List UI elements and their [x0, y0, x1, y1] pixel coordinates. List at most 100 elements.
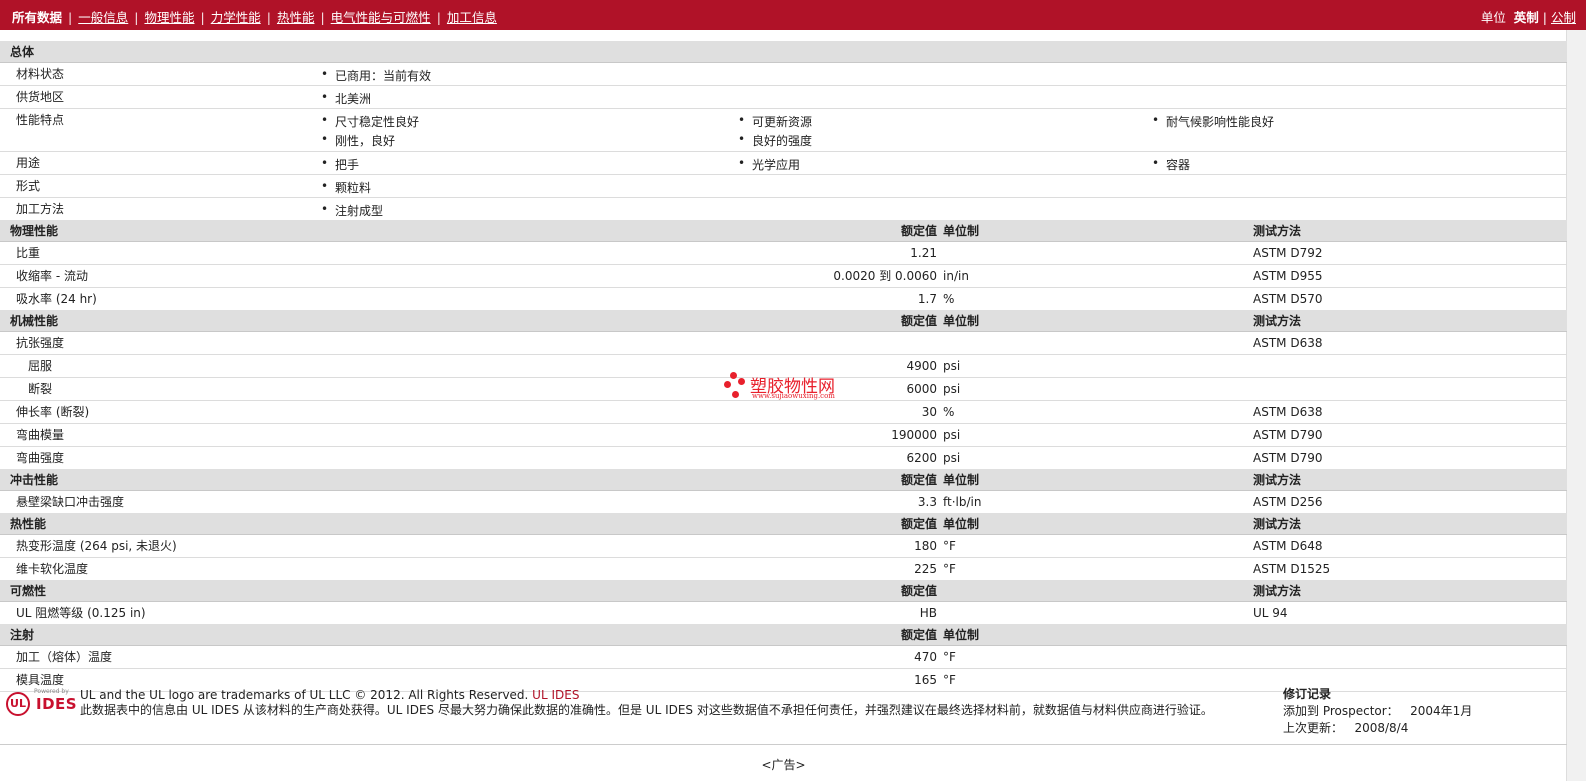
tab-thermal[interactable]: 热性能: [271, 10, 321, 25]
table-row: 性能特点 尺寸稳定性良好 可更新资源 耐气候影响性能良好 刚性，良好 良好的强度: [0, 109, 1567, 152]
property-sublabel: 断裂: [28, 382, 53, 396]
tab-processing[interactable]: 加工信息: [441, 10, 503, 25]
property-label: 模具温度: [16, 673, 65, 687]
section-header-mechanical: 机械性能 额定值 单位制 测试方法: [0, 310, 1567, 332]
test-method: ASTM D570: [1253, 292, 1323, 306]
test-method: ASTM D648: [1253, 539, 1323, 553]
test-method: ASTM D790: [1253, 428, 1323, 442]
table-row: 伸长率 (断裂) 30 % ASTM D638: [0, 401, 1567, 424]
list-item: 已商用：当前有效: [321, 67, 431, 84]
table-row: 吸水率 (24 hr) 1.7 % ASTM D570: [0, 288, 1567, 310]
property-value: 1.21: [910, 246, 937, 260]
column-header-nominal: 额定值: [900, 473, 937, 487]
section-tabs: 所有数据 | 一般信息 | 物理性能 | 力学性能 | 热性能 | 电气性能与可燃性 | 加工信息: [6, 7, 503, 26]
datasheet-table: 总体 材料状态 已商用：当前有效 供货地区 北美洲 性能特点 尺寸稳定性良好 可…: [0, 41, 1567, 692]
test-method: ASTM D256: [1253, 495, 1323, 509]
table-row: 维卡软化温度 225 °F ASTM D1525: [0, 558, 1567, 580]
list-item: 北美洲: [321, 90, 371, 107]
column-header-method: 测试方法: [1253, 584, 1302, 598]
ul-ides-link[interactable]: UL IDES: [532, 688, 579, 702]
tab-mechanical[interactable]: 力学性能: [205, 10, 267, 25]
trademark-text: UL and the UL logo are trademarks of UL …: [80, 688, 533, 702]
property-label: 供货地区: [16, 90, 65, 104]
list-item: 刚性，良好: [321, 132, 395, 149]
tab-separator: |: [266, 10, 271, 25]
property-label: 热变形温度 (264 psi, 未退火): [16, 539, 177, 553]
property-value: 1.7: [917, 292, 937, 306]
table-row: 形式 颗粒料: [0, 175, 1567, 198]
watermark-dots-icon: [722, 370, 748, 400]
property-unit: in/in: [943, 269, 969, 283]
property-unit: psi: [943, 428, 961, 442]
property-unit: %: [943, 405, 955, 419]
table-row: 比重 1.21 ASTM D792: [0, 242, 1567, 265]
table-row: UL 阻燃等级 (0.125 in) HB UL 94: [0, 602, 1567, 624]
property-unit: %: [943, 292, 955, 306]
footer-notice: UL and the UL logo are trademarks of UL …: [80, 688, 1265, 718]
property-label: 伸长率 (断裂): [16, 405, 90, 419]
test-method: ASTM D790: [1253, 451, 1323, 465]
property-unit: °F: [943, 539, 956, 553]
property-label: 加工方法: [16, 202, 65, 216]
section-header-flammability: 可燃性 额定值 测试方法: [0, 580, 1567, 602]
list-item: 光学应用: [738, 156, 800, 173]
section-title: 机械性能: [10, 314, 59, 328]
test-method: ASTM D955: [1253, 269, 1323, 283]
property-value: 180: [914, 539, 937, 553]
tab-general-info[interactable]: 一般信息: [72, 10, 134, 25]
column-header-method: 测试方法: [1253, 473, 1302, 487]
property-label: 抗张强度: [16, 336, 65, 350]
tab-all-data[interactable]: 所有数据: [6, 10, 68, 25]
unit-metric-link[interactable]: 公制: [1551, 10, 1576, 25]
disclaimer-text: 此数据表中的信息由 UL IDES 从该材料的生产商处获得。UL IDES 尽最…: [80, 703, 1213, 717]
property-label: 形式: [16, 179, 41, 193]
table-row: 收缩率 - 流动 0.0020 到 0.0060 in/in ASTM D955: [0, 265, 1567, 288]
tab-separator: |: [320, 10, 325, 25]
property-value: 30: [921, 405, 937, 419]
column-header-nominal: 额定值: [900, 584, 937, 598]
section-header-impact: 冲击性能 额定值 单位制 测试方法: [0, 469, 1567, 491]
property-label: 悬壁梁缺口冲击强度: [16, 495, 125, 509]
column-header-unit: 单位制: [943, 517, 980, 531]
ides-logo-text: IDES: [36, 695, 78, 713]
list-item: 把手: [321, 156, 359, 173]
property-value: 3.3: [917, 495, 937, 509]
property-unit: ft·lb/in: [943, 495, 982, 509]
section-title: 注射: [10, 628, 35, 642]
section-title: 可燃性: [10, 584, 47, 598]
section-title: 冲击性能: [10, 473, 59, 487]
tab-physical[interactable]: 物理性能: [138, 10, 200, 25]
property-value: 165: [914, 673, 937, 687]
table-row: 供货地区 北美洲: [0, 86, 1567, 109]
property-label: 维卡软化温度: [16, 562, 89, 576]
column-header-method: 测试方法: [1253, 517, 1302, 531]
section-title: 物理性能: [10, 224, 59, 238]
unit-english[interactable]: 英制: [1514, 10, 1539, 25]
property-value: 470: [914, 650, 937, 664]
units-label: 单位: [1480, 10, 1506, 25]
section-header-thermal: 热性能 额定值 单位制 测试方法: [0, 513, 1567, 535]
property-value: 6000: [906, 382, 937, 396]
column-header-nominal: 额定值: [900, 628, 937, 642]
table-row: 弯曲模量 190000 psi ASTM D790: [0, 424, 1567, 447]
unit-switcher: 单位 英制 | 公制: [1480, 10, 1576, 25]
logo-powered-by: Powered by: [34, 688, 69, 695]
updated-value: 2008/8/4: [1354, 721, 1409, 735]
property-label: 弯曲模量: [16, 428, 65, 442]
property-value: 190000: [891, 428, 937, 442]
list-item: 颗粒料: [321, 179, 371, 196]
property-label: 性能特点: [16, 113, 65, 127]
ad-placeholder: <广告>: [761, 758, 806, 772]
column-header-unit: 单位制: [943, 224, 980, 238]
property-sublabel: 屈服: [28, 359, 53, 373]
table-row: 加工方法 注射成型: [0, 198, 1567, 220]
list-item: 容器: [1152, 156, 1190, 173]
test-method: ASTM D638: [1253, 336, 1323, 350]
vertical-scrollbar[interactable]: [1566, 30, 1586, 781]
list-item: 注射成型: [321, 202, 383, 219]
list-item: 耐气候影响性能良好: [1152, 113, 1274, 130]
tab-separator: |: [68, 10, 73, 25]
ul-ides-logo: Powered by UL IDES: [6, 688, 77, 718]
footer: Powered by UL IDES UL and the UL logo ar…: [0, 686, 1567, 745]
tab-electrical-flammability[interactable]: 电气性能与可燃性: [325, 10, 437, 25]
